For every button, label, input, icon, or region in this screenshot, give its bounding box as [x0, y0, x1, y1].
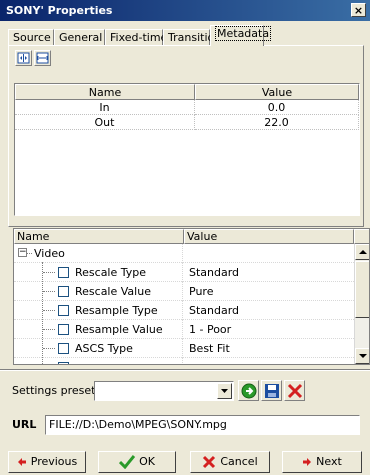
tab-label: General: [59, 31, 103, 44]
fit-width-icon: [17, 52, 30, 64]
tree-item-resample-value[interactable]: Resample Value 1 - Poor: [14, 320, 354, 339]
tree-connector: [43, 291, 55, 292]
tree-connector: [43, 348, 55, 349]
url-field[interactable]: FILE://D:\Demo\MPEG\SONY.mpg: [45, 415, 360, 435]
arrow-right-icon: [303, 458, 312, 466]
dropdown-button[interactable]: [217, 383, 232, 399]
rescale-value-checkbox[interactable]: [58, 286, 69, 297]
row-value-in[interactable]: 0.0: [195, 100, 359, 115]
row-name-out[interactable]: Out: [15, 115, 195, 130]
cancel-button[interactable]: Cancel: [190, 451, 270, 473]
resample-type-checkbox[interactable]: [58, 305, 69, 316]
settings-preset-combo[interactable]: [94, 381, 234, 401]
row-name-in[interactable]: In: [15, 100, 195, 115]
url-label: URL: [12, 418, 37, 431]
scroll-thumb[interactable]: [355, 261, 369, 318]
collapse-icon[interactable]: −: [18, 248, 27, 257]
close-button[interactable]: ×: [351, 3, 366, 17]
tree-item-label: Rescale Type: [75, 266, 147, 279]
close-icon: ×: [353, 4, 364, 17]
tab-transition[interactable]: Transition: [163, 29, 221, 45]
ok-button[interactable]: OK: [98, 451, 176, 473]
tree-item-value: Standard: [189, 304, 240, 317]
tree-header-value[interactable]: Value: [184, 229, 354, 244]
scroll-down-button[interactable]: [355, 348, 369, 364]
rescale-type-checkbox[interactable]: [58, 267, 69, 278]
column-header-name[interactable]: Name: [15, 84, 195, 100]
divider: [0, 369, 370, 371]
tree-connector: [43, 272, 55, 273]
tree-connector: [43, 329, 55, 330]
tree-item-partial[interactable]: [14, 358, 354, 364]
save-preset-button[interactable]: [261, 380, 282, 401]
tab-general[interactable]: General: [54, 29, 105, 45]
tree-item-value: Standard: [189, 266, 240, 279]
next-button[interactable]: Next: [282, 451, 362, 473]
scroll-up-button[interactable]: [355, 244, 369, 260]
column-header-value[interactable]: Value: [195, 84, 359, 100]
apply-preset-button[interactable]: [238, 380, 259, 401]
tree-item-value: Best Fit: [189, 342, 230, 355]
collapse-button[interactable]: [34, 50, 51, 66]
tree-connector: [43, 310, 55, 311]
tree-item-label: Resample Value: [75, 323, 163, 336]
tab-label: Metadata: [215, 26, 272, 41]
tab-source[interactable]: Source: [8, 29, 54, 45]
resample-value-checkbox[interactable]: [58, 324, 69, 335]
tab-fixed-time[interactable]: Fixed-time: [105, 29, 167, 45]
tree-header-name[interactable]: Name: [14, 229, 184, 244]
checkmark-icon: [119, 455, 136, 470]
delete-preset-button[interactable]: [284, 380, 305, 401]
partial-checkbox[interactable]: [58, 362, 69, 364]
cancel-x-icon: [203, 455, 216, 469]
go-arrow-icon: [241, 383, 257, 399]
row-value-out[interactable]: 22.0: [195, 115, 359, 130]
ok-label: OK: [139, 455, 155, 468]
in-out-grid: Name Value In 0.0 Out 22.0: [14, 83, 360, 216]
tree-node-label: Video: [34, 247, 65, 260]
previous-label: Previous: [30, 455, 78, 468]
arrow-left-icon: [17, 458, 26, 466]
window-title: SONY' Properties: [6, 4, 113, 17]
tree-header-spacer: [354, 229, 369, 244]
fit-height-icon: [36, 52, 49, 64]
scroll-up-icon: [359, 250, 367, 254]
url-value: FILE://D:\Demo\MPEG\SONY.mpg: [49, 418, 227, 431]
tree-item-resample-type[interactable]: Resample Type Standard: [14, 301, 354, 320]
tree-item-value: Pure: [189, 285, 214, 298]
tree-item-label: ASCS Type: [75, 342, 133, 355]
previous-button[interactable]: Previous: [8, 451, 86, 473]
tree-item-rescale-value[interactable]: Rescale Value Pure: [14, 282, 354, 301]
delete-x-icon: [287, 383, 303, 399]
next-label: Next: [316, 455, 342, 468]
tab-metadata[interactable]: Metadata: [210, 25, 272, 46]
tree-connector: [27, 253, 32, 254]
tree-item-rescale-type[interactable]: Rescale Type Standard: [14, 263, 354, 282]
metadata-tree-grid: Name Value − Video Rescale Type Standard…: [13, 228, 370, 365]
tree-item-value: 1 - Poor: [189, 323, 232, 336]
cancel-label: Cancel: [220, 455, 258, 468]
save-disk-icon: [265, 384, 279, 398]
expand-button[interactable]: [15, 50, 32, 66]
tab-label: Source: [13, 31, 51, 44]
ascs-type-checkbox[interactable]: [58, 343, 69, 354]
chevron-down-icon: [221, 389, 228, 393]
tree-item-label: Resample Type: [75, 304, 158, 317]
tree-item-ascs-type[interactable]: ASCS Type Best Fit: [14, 339, 354, 358]
settings-preset-label: Settings preset: [12, 384, 96, 397]
title-bar: SONY' Properties ×: [0, 0, 370, 21]
tree-node-video[interactable]: − Video: [14, 244, 354, 263]
tab-label: Fixed-time: [110, 31, 168, 44]
tree-item-label: Rescale Value: [75, 285, 151, 298]
scroll-down-icon: [359, 354, 367, 358]
vertical-scrollbar[interactable]: [354, 244, 369, 364]
